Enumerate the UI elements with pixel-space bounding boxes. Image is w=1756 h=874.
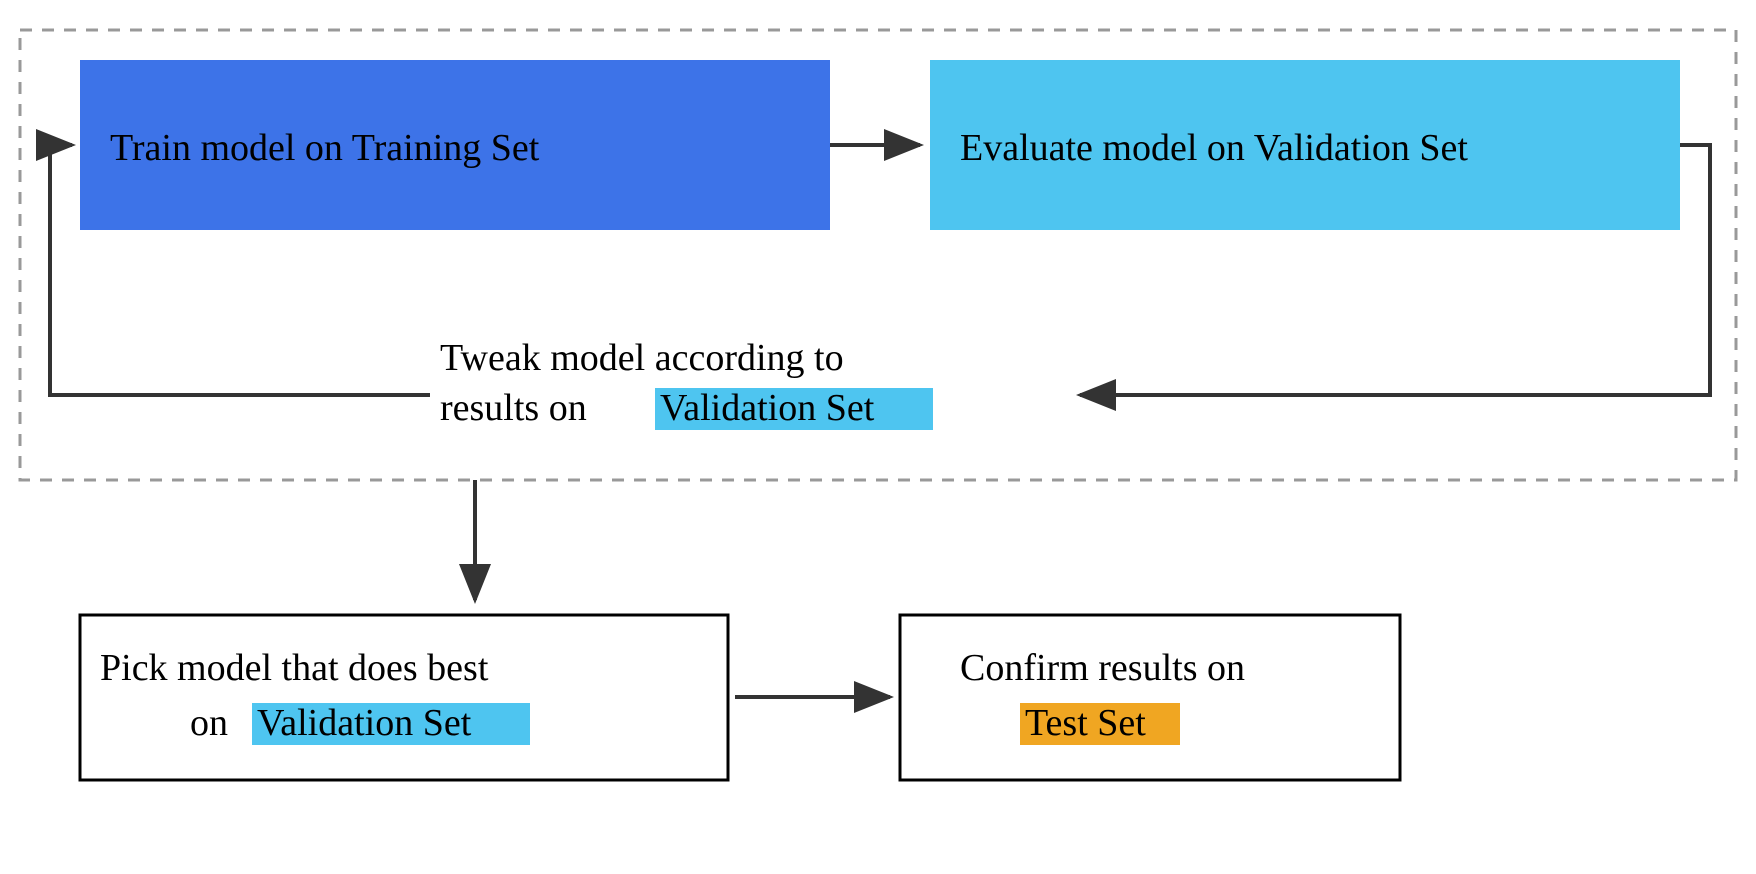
confirm-box: Confirm results on Test Set	[900, 615, 1400, 780]
evaluate-box: Evaluate model on Validation Set	[930, 60, 1680, 230]
tweak-line1: Tweak model according to	[440, 337, 844, 379]
confirm-highlight: Test Set	[1025, 702, 1146, 744]
pick-line1: Pick model that does best	[100, 647, 489, 689]
tweak-line2-pre: results on	[440, 387, 587, 429]
tweak-block: Tweak model according to results on Vali…	[440, 337, 933, 430]
tweak-highlight: Validation Set	[660, 387, 875, 429]
pick-box: Pick model that does best on Validation …	[80, 615, 728, 780]
evaluate-label: Evaluate model on Validation Set	[960, 127, 1468, 169]
pick-highlight: Validation Set	[257, 702, 472, 744]
train-label: Train model on Training Set	[110, 127, 540, 169]
train-box: Train model on Training Set	[80, 60, 830, 230]
confirm-line1: Confirm results on	[960, 647, 1245, 689]
pick-line2-pre: on	[190, 702, 228, 744]
ml-workflow-diagram: Train model on Training Set Evaluate mod…	[0, 0, 1756, 874]
